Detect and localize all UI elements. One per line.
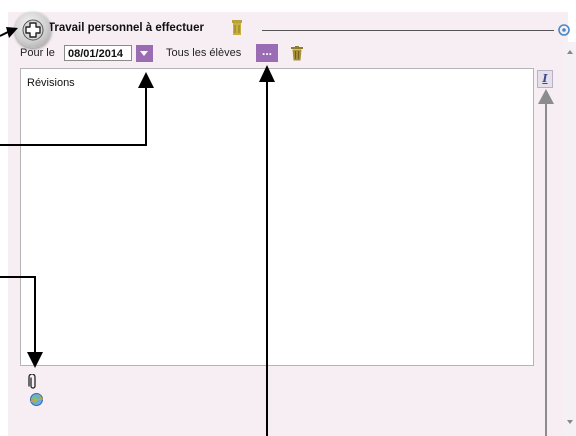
arrow-to-date-dropdown	[0, 88, 147, 146]
arrow-head-date-dropdown	[138, 72, 154, 88]
arrow-to-add-button	[0, 31, 9, 37]
arrow-head-attachment	[27, 352, 43, 368]
arrow-head-add-button	[6, 27, 18, 38]
arrow-to-attachment	[0, 276, 36, 352]
arrow-head-italic-button	[538, 89, 554, 104]
annotation-arrows	[0, 27, 554, 436]
arrow-head-ellipsis-button	[259, 65, 275, 82]
